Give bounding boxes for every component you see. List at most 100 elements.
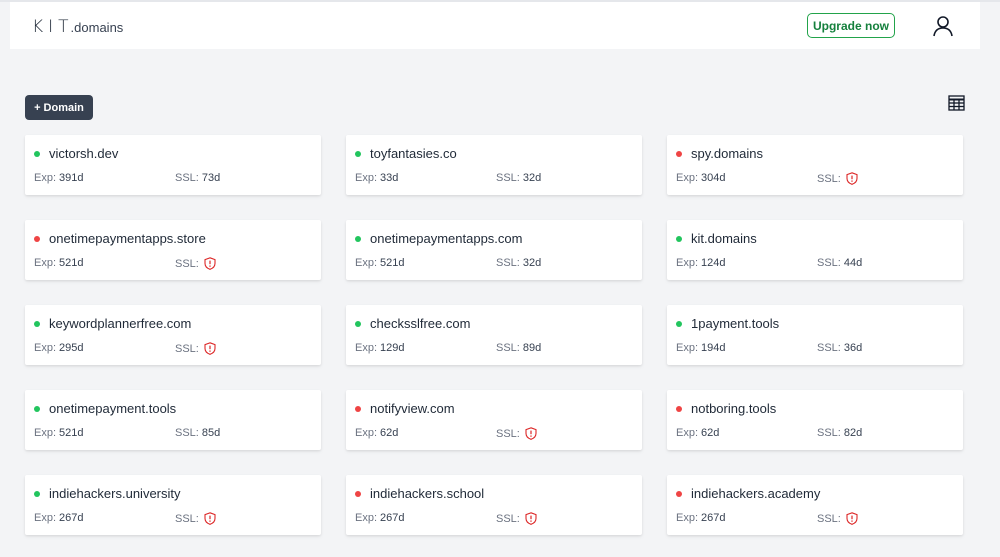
status-dot xyxy=(676,321,682,327)
ssl-label: SSL: xyxy=(175,172,199,184)
status-dot xyxy=(34,236,40,242)
exp-value: 267d xyxy=(701,512,726,524)
ssl-label: SSL: xyxy=(496,512,520,525)
expiry-info: Exp: 124d xyxy=(676,257,726,269)
app-header: KIT .domains Upgrade now xyxy=(10,2,980,49)
domain-card[interactable]: notboring.tools Exp: 62d SSL: 82d xyxy=(667,390,963,450)
ssl-label: SSL: xyxy=(175,427,199,439)
domain-card[interactable]: 1payment.tools Exp: 194d SSL: 36d xyxy=(667,305,963,365)
domain-name: victorsh.dev xyxy=(49,146,119,161)
status-dot xyxy=(676,236,682,242)
exp-value: 124d xyxy=(701,257,726,269)
expiry-info: Exp: 129d xyxy=(355,342,405,354)
domain-name: indiehackers.academy xyxy=(691,486,821,501)
ssl-label: SSL: xyxy=(175,512,199,525)
exp-label: Exp: xyxy=(676,257,699,269)
shield-alert-icon xyxy=(525,512,537,525)
shield-alert-icon xyxy=(525,427,537,440)
ssl-info: SSL: xyxy=(175,512,216,525)
domain-card[interactable]: notifyview.com Exp: 62d SSL: xyxy=(346,390,642,450)
exp-value: 33d xyxy=(380,172,399,184)
ssl-value: 82d xyxy=(843,427,863,439)
exp-label: Exp: xyxy=(34,427,57,439)
expiry-info: Exp: 33d xyxy=(355,172,398,184)
ssl-label: SSL: xyxy=(817,342,841,354)
user-icon[interactable] xyxy=(931,14,955,38)
domain-card[interactable]: keywordplannerfree.com Exp: 295d SSL: xyxy=(25,305,321,365)
domain-name: onetimepaymentapps.store xyxy=(49,231,206,246)
ssl-info: SSL: 32d xyxy=(496,172,541,184)
ssl-info: SSL: 82d xyxy=(817,427,862,439)
domain-name: keywordplannerfree.com xyxy=(49,316,192,331)
ssl-label: SSL: xyxy=(175,257,199,270)
ssl-info: SSL: 73d xyxy=(175,172,220,184)
ssl-info: SSL: 85d xyxy=(175,427,220,439)
domain-name: onetimepaymentapps.com xyxy=(370,231,523,246)
status-dot xyxy=(355,151,361,157)
exp-label: Exp: xyxy=(355,257,378,269)
status-dot xyxy=(355,406,361,412)
shield-alert-icon xyxy=(204,342,216,355)
exp-value: 521d xyxy=(380,257,405,269)
ssl-label: SSL: xyxy=(496,257,520,269)
status-dot xyxy=(34,406,40,412)
exp-value: 62d xyxy=(380,427,399,439)
logo[interactable]: KIT .domains xyxy=(32,17,123,37)
expiry-info: Exp: 295d xyxy=(34,342,84,354)
expiry-info: Exp: 521d xyxy=(34,427,84,439)
upgrade-now-button[interactable]: Upgrade now xyxy=(807,13,895,38)
exp-value: 391d xyxy=(59,172,84,184)
shield-alert-icon xyxy=(846,512,858,525)
ssl-label: SSL: xyxy=(817,512,841,525)
status-dot xyxy=(355,236,361,242)
ssl-value: 89d xyxy=(522,342,542,354)
ssl-value: 32d xyxy=(522,172,542,184)
domain-card[interactable]: onetimepaymentapps.com Exp: 521d SSL: 32d xyxy=(346,220,642,280)
ssl-info: SSL: 44d xyxy=(817,257,862,269)
ssl-info: SSL: 32d xyxy=(496,257,541,269)
domain-card[interactable]: kit.domains Exp: 124d SSL: 44d xyxy=(667,220,963,280)
add-domain-button[interactable]: + Domain xyxy=(25,95,93,120)
expiry-info: Exp: 304d xyxy=(676,172,726,184)
status-dot xyxy=(34,321,40,327)
domain-name: 1payment.tools xyxy=(691,316,780,331)
domain-card[interactable]: spy.domains Exp: 304d SSL: xyxy=(667,135,963,195)
ssl-label: SSL: xyxy=(817,257,841,269)
ssl-value: 85d xyxy=(201,427,221,439)
domain-card[interactable]: onetimepaymentapps.store Exp: 521d SSL: xyxy=(25,220,321,280)
status-dot xyxy=(676,491,682,497)
domain-name: notboring.tools xyxy=(691,401,777,416)
domain-name: spy.domains xyxy=(691,146,764,161)
exp-label: Exp: xyxy=(34,257,57,269)
expiry-info: Exp: 62d xyxy=(355,427,398,439)
exp-label: Exp: xyxy=(355,427,378,439)
domain-card[interactable]: toyfantasies.co Exp: 33d SSL: 32d xyxy=(346,135,642,195)
exp-value: 267d xyxy=(380,512,405,524)
domain-card[interactable]: checksslfree.com Exp: 129d SSL: 89d xyxy=(346,305,642,365)
ssl-label: SSL: xyxy=(817,172,841,185)
ssl-label: SSL: xyxy=(175,342,199,355)
ssl-label: SSL: xyxy=(496,342,520,354)
domain-card[interactable]: indiehackers.academy Exp: 267d SSL: xyxy=(667,475,963,535)
domain-card[interactable]: onetimepayment.tools Exp: 521d SSL: 85d xyxy=(25,390,321,450)
domain-name: kit.domains xyxy=(691,231,757,246)
table-icon[interactable] xyxy=(948,95,965,111)
expiry-info: Exp: 267d xyxy=(34,512,84,524)
exp-value: 295d xyxy=(59,342,84,354)
status-dot xyxy=(676,406,682,412)
domain-card[interactable]: indiehackers.university Exp: 267d SSL: xyxy=(25,475,321,535)
exp-label: Exp: xyxy=(34,342,57,354)
domain-card[interactable]: victorsh.dev Exp: 391d SSL: 73d xyxy=(25,135,321,195)
domain-card[interactable]: indiehackers.school Exp: 267d SSL: xyxy=(346,475,642,535)
exp-value: 521d xyxy=(59,427,84,439)
logo-suffix: .domains xyxy=(70,20,124,35)
expiry-info: Exp: 194d xyxy=(676,342,726,354)
ssl-value: 44d xyxy=(843,257,863,269)
ssl-value: 73d xyxy=(201,172,221,184)
status-dot xyxy=(34,491,40,497)
ssl-info: SSL: xyxy=(496,427,537,440)
ssl-info: SSL: xyxy=(817,172,858,185)
ssl-info: SSL: 89d xyxy=(496,342,541,354)
shield-alert-icon xyxy=(204,512,216,525)
exp-label: Exp: xyxy=(355,172,378,184)
